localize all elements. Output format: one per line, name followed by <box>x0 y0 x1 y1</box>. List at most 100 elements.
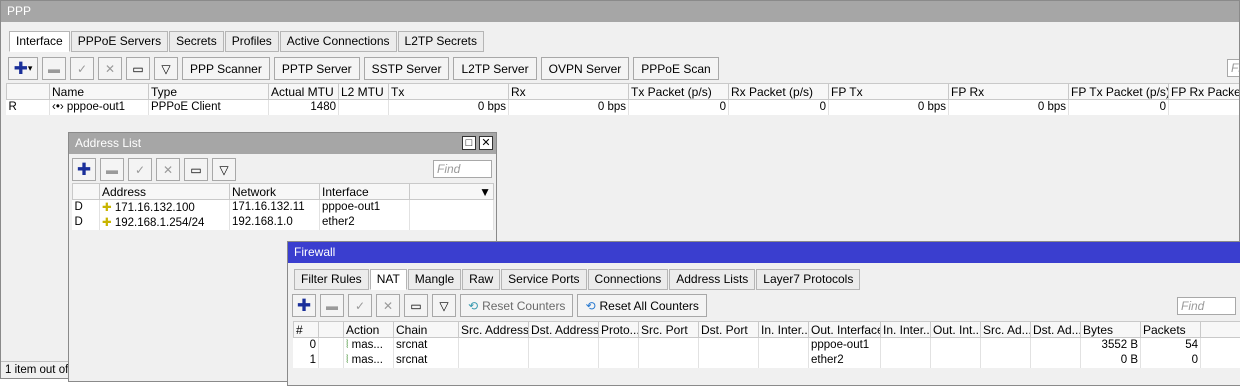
ovpn-server-button[interactable]: OVPN Server <box>541 57 630 80</box>
col-type[interactable]: Type <box>149 84 269 100</box>
reset-all-counters-label: Reset All Counters <box>600 299 699 313</box>
col-flag[interactable] <box>319 322 344 338</box>
pptp-server-button[interactable]: PPTP Server <box>274 57 360 80</box>
col-in-interface[interactable]: In. Inter... <box>759 322 809 338</box>
col-fp-tx-packet[interactable]: FP Tx Packet (p/s) <box>1069 84 1169 100</box>
col-tx[interactable]: Tx <box>389 84 509 100</box>
remove-button[interactable]: ▬ <box>42 57 66 80</box>
col-dst-address[interactable]: Dst. Address <box>529 322 599 338</box>
col-chain[interactable]: Chain <box>394 322 459 338</box>
firewall-titlebar[interactable]: Firewall <box>288 242 1240 263</box>
col-fp-tx[interactable]: FP Tx <box>829 84 949 100</box>
col-dst-address-list[interactable]: Dst. Ad... <box>1031 322 1081 338</box>
remove-button[interactable]: ▬ <box>100 158 124 181</box>
address-find-input[interactable]: Find <box>433 160 492 178</box>
address-icon: ✚ <box>102 202 112 214</box>
tab-service-ports[interactable]: Service Ports <box>501 269 586 290</box>
sstp-server-button[interactable]: SSTP Server <box>364 57 450 80</box>
table-row[interactable]: 1 ⦚ mas... srcnat ether2 0 B 0 <box>294 353 1240 368</box>
ppp-find-input[interactable]: Fi <box>1227 59 1240 77</box>
col-address[interactable]: Address <box>100 184 230 200</box>
tab-address-lists[interactable]: Address Lists <box>669 269 755 290</box>
row-fp-tx-packet: 0 <box>1069 100 1169 115</box>
tab-interface[interactable]: Interface <box>9 31 70 52</box>
tab-nat[interactable]: NAT <box>370 269 407 290</box>
comment-button[interactable]: ▭ <box>404 294 428 317</box>
comment-button[interactable]: ▭ <box>126 57 150 80</box>
add-button[interactable]: ✚ <box>72 158 96 181</box>
enable-button[interactable]: ✓ <box>70 57 94 80</box>
row-bytes: 3552 B <box>1081 338 1141 353</box>
reset-all-counters-button[interactable]: ⟲Reset All Counters <box>577 294 706 317</box>
reset-counters-button[interactable]: ⟲Reset Counters <box>460 294 573 317</box>
table-row[interactable]: R ‹•› pppoe-out1 PPPoE Client 1480 0 bps… <box>7 100 1240 115</box>
col-rx[interactable]: Rx <box>509 84 629 100</box>
col-in-interface-list[interactable]: In. Inter... <box>881 322 931 338</box>
col-number[interactable]: # <box>294 322 319 338</box>
plus-icon: ✚ <box>297 296 311 316</box>
filter-button[interactable]: ▽ <box>154 57 178 80</box>
col-menu[interactable]: ▼ <box>410 184 494 200</box>
firewall-title: Firewall <box>294 245 335 259</box>
filter-button[interactable]: ▽ <box>432 294 456 317</box>
col-bytes[interactable]: Bytes <box>1081 322 1141 338</box>
maximize-icon[interactable]: □ <box>462 136 476 150</box>
tab-pppoe-servers[interactable]: PPPoE Servers <box>71 31 168 52</box>
address-list-titlebar[interactable]: Address List <box>69 133 496 154</box>
masquerade-icon: ⦚ <box>346 354 348 366</box>
col-src-address-list[interactable]: Src. Ad... <box>981 322 1031 338</box>
col-out-interface-list[interactable]: Out. Int... <box>931 322 981 338</box>
col-name[interactable]: Name <box>50 84 149 100</box>
comment-button[interactable]: ▭ <box>184 158 208 181</box>
col-dst-port[interactable]: Dst. Port <box>699 322 759 338</box>
col-l2-mtu[interactable]: L2 MTU <box>339 84 389 100</box>
plus-icon: ✚ <box>77 160 91 180</box>
add-button[interactable]: ✚ <box>292 294 316 317</box>
tab-filter-rules[interactable]: Filter Rules <box>294 269 369 290</box>
col-actual-mtu[interactable]: Actual MTU <box>269 84 339 100</box>
col-fp-rx[interactable]: FP Rx <box>949 84 1069 100</box>
disable-button[interactable]: ✕ <box>98 57 122 80</box>
col-out-interface[interactable]: Out. Interface <box>809 322 881 338</box>
pppoe-scan-button[interactable]: PPPoE Scan <box>633 57 718 80</box>
row-address: ✚ 171.16.132.100 <box>100 200 230 215</box>
col-tx-packet[interactable]: Tx Packet (p/s) <box>629 84 729 100</box>
add-button[interactable]: ✚▾ <box>8 57 38 80</box>
remove-button[interactable]: ▬ <box>320 294 344 317</box>
col-protocol[interactable]: Proto... <box>599 322 639 338</box>
disable-button[interactable]: ✕ <box>376 294 400 317</box>
filter-button[interactable]: ▽ <box>212 158 236 181</box>
col-src-port[interactable]: Src. Port <box>639 322 699 338</box>
enable-button[interactable]: ✓ <box>348 294 372 317</box>
row-number: 0 <box>294 338 319 353</box>
col-fp-rx-packet[interactable]: FP Rx Packet ( <box>1169 84 1240 100</box>
tab-mangle[interactable]: Mangle <box>408 269 461 290</box>
minus-icon: ▬ <box>326 299 338 313</box>
col-flag[interactable] <box>73 184 100 200</box>
table-row[interactable]: 0 ⦚ mas... srcnat pppoe-out1 3552 B 54 <box>294 338 1240 353</box>
tab-raw[interactable]: Raw <box>462 269 500 290</box>
close-icon[interactable]: ✕ <box>479 136 493 150</box>
table-row[interactable]: D ✚ 171.16.132.100 171.16.132.11 pppoe-o… <box>73 200 494 215</box>
ppp-titlebar[interactable]: PPP <box>1 1 1239 22</box>
tab-profiles[interactable]: Profiles <box>225 31 279 52</box>
firewall-find-input[interactable]: Find <box>1177 297 1236 315</box>
ppp-scanner-button[interactable]: PPP Scanner <box>182 57 270 80</box>
tab-active-connections[interactable]: Active Connections <box>280 31 397 52</box>
tab-connections[interactable]: Connections <box>588 269 669 290</box>
col-src-address[interactable]: Src. Address <box>459 322 529 338</box>
col-flag[interactable] <box>7 84 50 100</box>
disable-button[interactable]: ✕ <box>156 158 180 181</box>
col-interface[interactable]: Interface <box>320 184 410 200</box>
col-action[interactable]: Action <box>344 322 394 338</box>
tab-secrets[interactable]: Secrets <box>169 31 224 52</box>
tab-layer7-protocols[interactable]: Layer7 Protocols <box>756 269 860 290</box>
table-row[interactable]: D ✚ 192.168.1.254/24 192.168.1.0 ether2 <box>73 215 494 230</box>
firewall-window: Firewall Filter Rules NAT Mangle Raw Ser… <box>287 241 1240 386</box>
col-network[interactable]: Network <box>230 184 320 200</box>
col-packets[interactable]: Packets <box>1141 322 1201 338</box>
tab-l2tp-secrets[interactable]: L2TP Secrets <box>398 31 484 52</box>
l2tp-server-button[interactable]: L2TP Server <box>453 57 536 80</box>
col-rx-packet[interactable]: Rx Packet (p/s) <box>729 84 829 100</box>
enable-button[interactable]: ✓ <box>128 158 152 181</box>
